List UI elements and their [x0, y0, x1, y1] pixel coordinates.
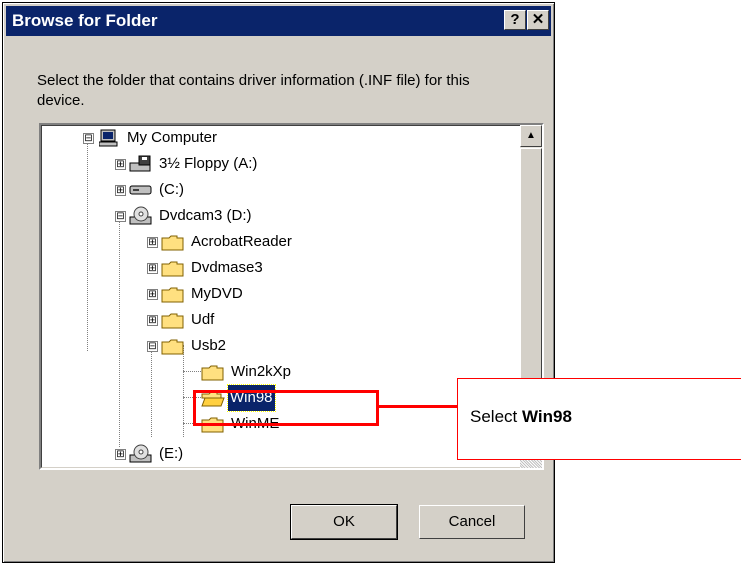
folder-icon [201, 365, 224, 381]
tree-item-label: Dvdcam3 (D:) [159, 207, 252, 224]
expand-toggle[interactable]: ⊞ [147, 237, 158, 248]
expand-toggle[interactable]: ⊞ [147, 315, 158, 326]
callout-box: Select Win98 [457, 378, 741, 460]
win98-highlight-box [193, 390, 379, 426]
folder-icon [161, 261, 184, 277]
help-button[interactable]: ? [504, 10, 526, 30]
tree-item-label: Usb2 [191, 337, 227, 354]
collapse-toggle[interactable]: ⊟ [115, 211, 126, 222]
tree-item-label: Dvdmase3 [191, 259, 263, 276]
callout-text: Select Win98 [470, 407, 572, 427]
window-title: Browse for Folder [12, 11, 158, 30]
expand-toggle[interactable]: ⊞ [115, 449, 126, 460]
cancel-button[interactable]: Cancel [419, 505, 525, 539]
expand-toggle[interactable]: ⊞ [147, 289, 158, 300]
tree-item-label: (E:) [159, 445, 184, 462]
browse-for-folder-dialog: Browse for Folder ? ✕ Select the folder … [2, 2, 555, 563]
title-bar[interactable]: Browse for Folder ? ✕ [6, 6, 551, 36]
cd-drive-icon [129, 444, 152, 463]
collapse-toggle[interactable]: ⊟ [147, 341, 158, 352]
callout-connector-line [379, 405, 457, 408]
folder-icon [161, 287, 184, 303]
tree-item-label: AcrobatReader [191, 233, 292, 250]
tree-item-label: Win2kXp [231, 363, 292, 380]
scroll-up-button[interactable]: ▲ [520, 125, 542, 147]
tree-item-label: (C:) [159, 181, 184, 198]
computer-icon [99, 129, 118, 147]
expand-toggle[interactable]: ⊞ [115, 185, 126, 196]
hard-drive-icon [129, 185, 152, 195]
folder-icon [161, 235, 184, 251]
expand-toggle[interactable]: ⊞ [147, 263, 158, 274]
tree-item-label: 3½ Floppy (A:) [159, 155, 258, 172]
floppy-icon [129, 155, 151, 172]
scroll-thumb[interactable] [520, 148, 542, 386]
tree-item-label: Udf [191, 311, 215, 328]
callout-bold: Win98 [521, 407, 572, 426]
tree-item-label: My Computer [127, 129, 218, 146]
folder-icon [161, 313, 184, 329]
expand-toggle[interactable]: ⊞ [115, 159, 126, 170]
callout-prefix: Select [470, 407, 522, 426]
collapse-toggle[interactable]: ⊟ [83, 133, 94, 144]
folder-icon [161, 339, 184, 355]
close-button[interactable]: ✕ [527, 10, 549, 30]
tree-item-label: MyDVD [191, 285, 243, 302]
ok-button[interactable]: OK [290, 504, 398, 540]
cd-drive-icon [129, 206, 152, 225]
instruction-text: Select the folder that contains driver i… [37, 72, 470, 109]
